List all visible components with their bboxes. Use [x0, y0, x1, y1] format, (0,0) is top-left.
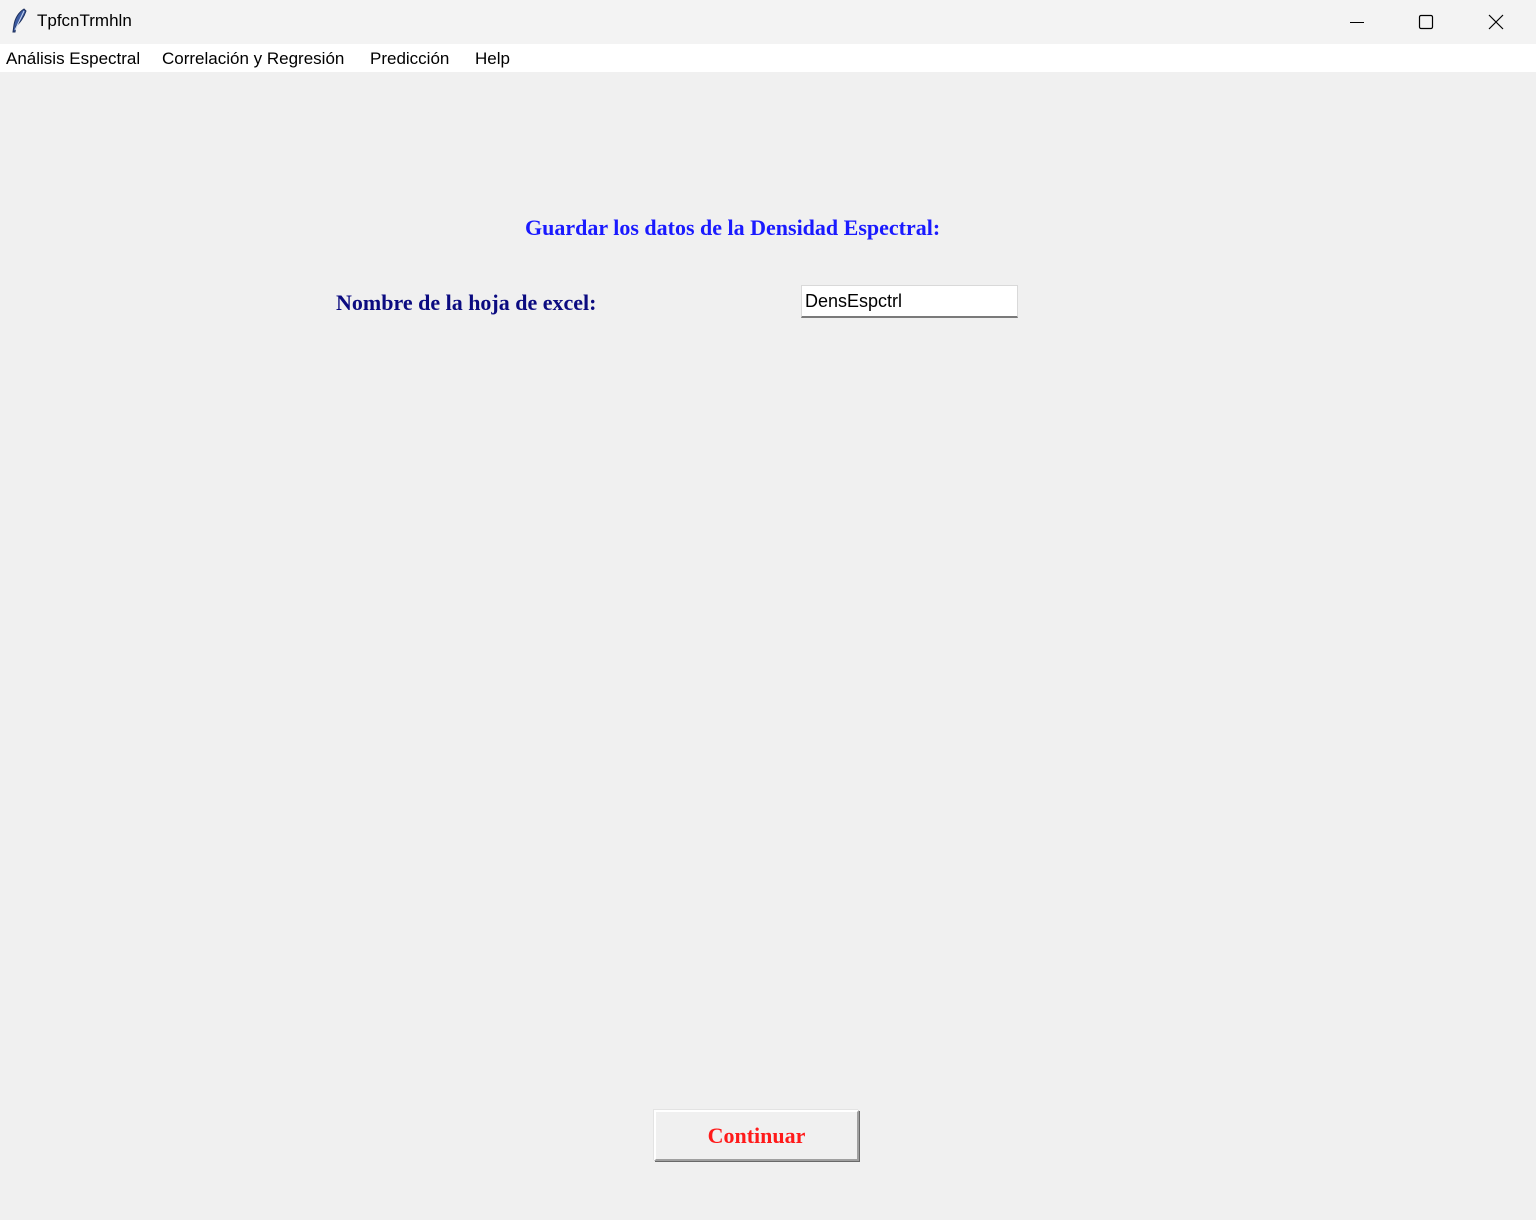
- continue-button[interactable]: Continuar: [654, 1110, 859, 1161]
- menu-analisis-espectral[interactable]: Análisis Espectral: [6, 49, 140, 69]
- menu-prediccion[interactable]: Predicción: [370, 49, 449, 69]
- title-bar: TpfcnTrmhln: [0, 0, 1536, 44]
- sheet-name-input[interactable]: [801, 285, 1018, 318]
- feather-icon: [9, 8, 29, 34]
- close-icon: [1488, 14, 1504, 30]
- minimize-button[interactable]: [1322, 0, 1392, 44]
- minimize-icon: [1349, 14, 1365, 30]
- maximize-icon: [1418, 14, 1434, 30]
- window-title: TpfcnTrmhln: [37, 11, 132, 30]
- sheet-name-label: Nombre de la hoja de excel:: [336, 290, 597, 315]
- menu-help[interactable]: Help: [475, 49, 510, 69]
- menu-correlacion-regresion[interactable]: Correlación y Regresión: [162, 49, 344, 69]
- maximize-button[interactable]: [1391, 0, 1461, 44]
- close-button[interactable]: [1461, 0, 1531, 44]
- menu-bar: Análisis Espectral Correlación y Regresi…: [0, 44, 1536, 72]
- section-heading: Guardar los datos de la Densidad Espectr…: [525, 215, 941, 240]
